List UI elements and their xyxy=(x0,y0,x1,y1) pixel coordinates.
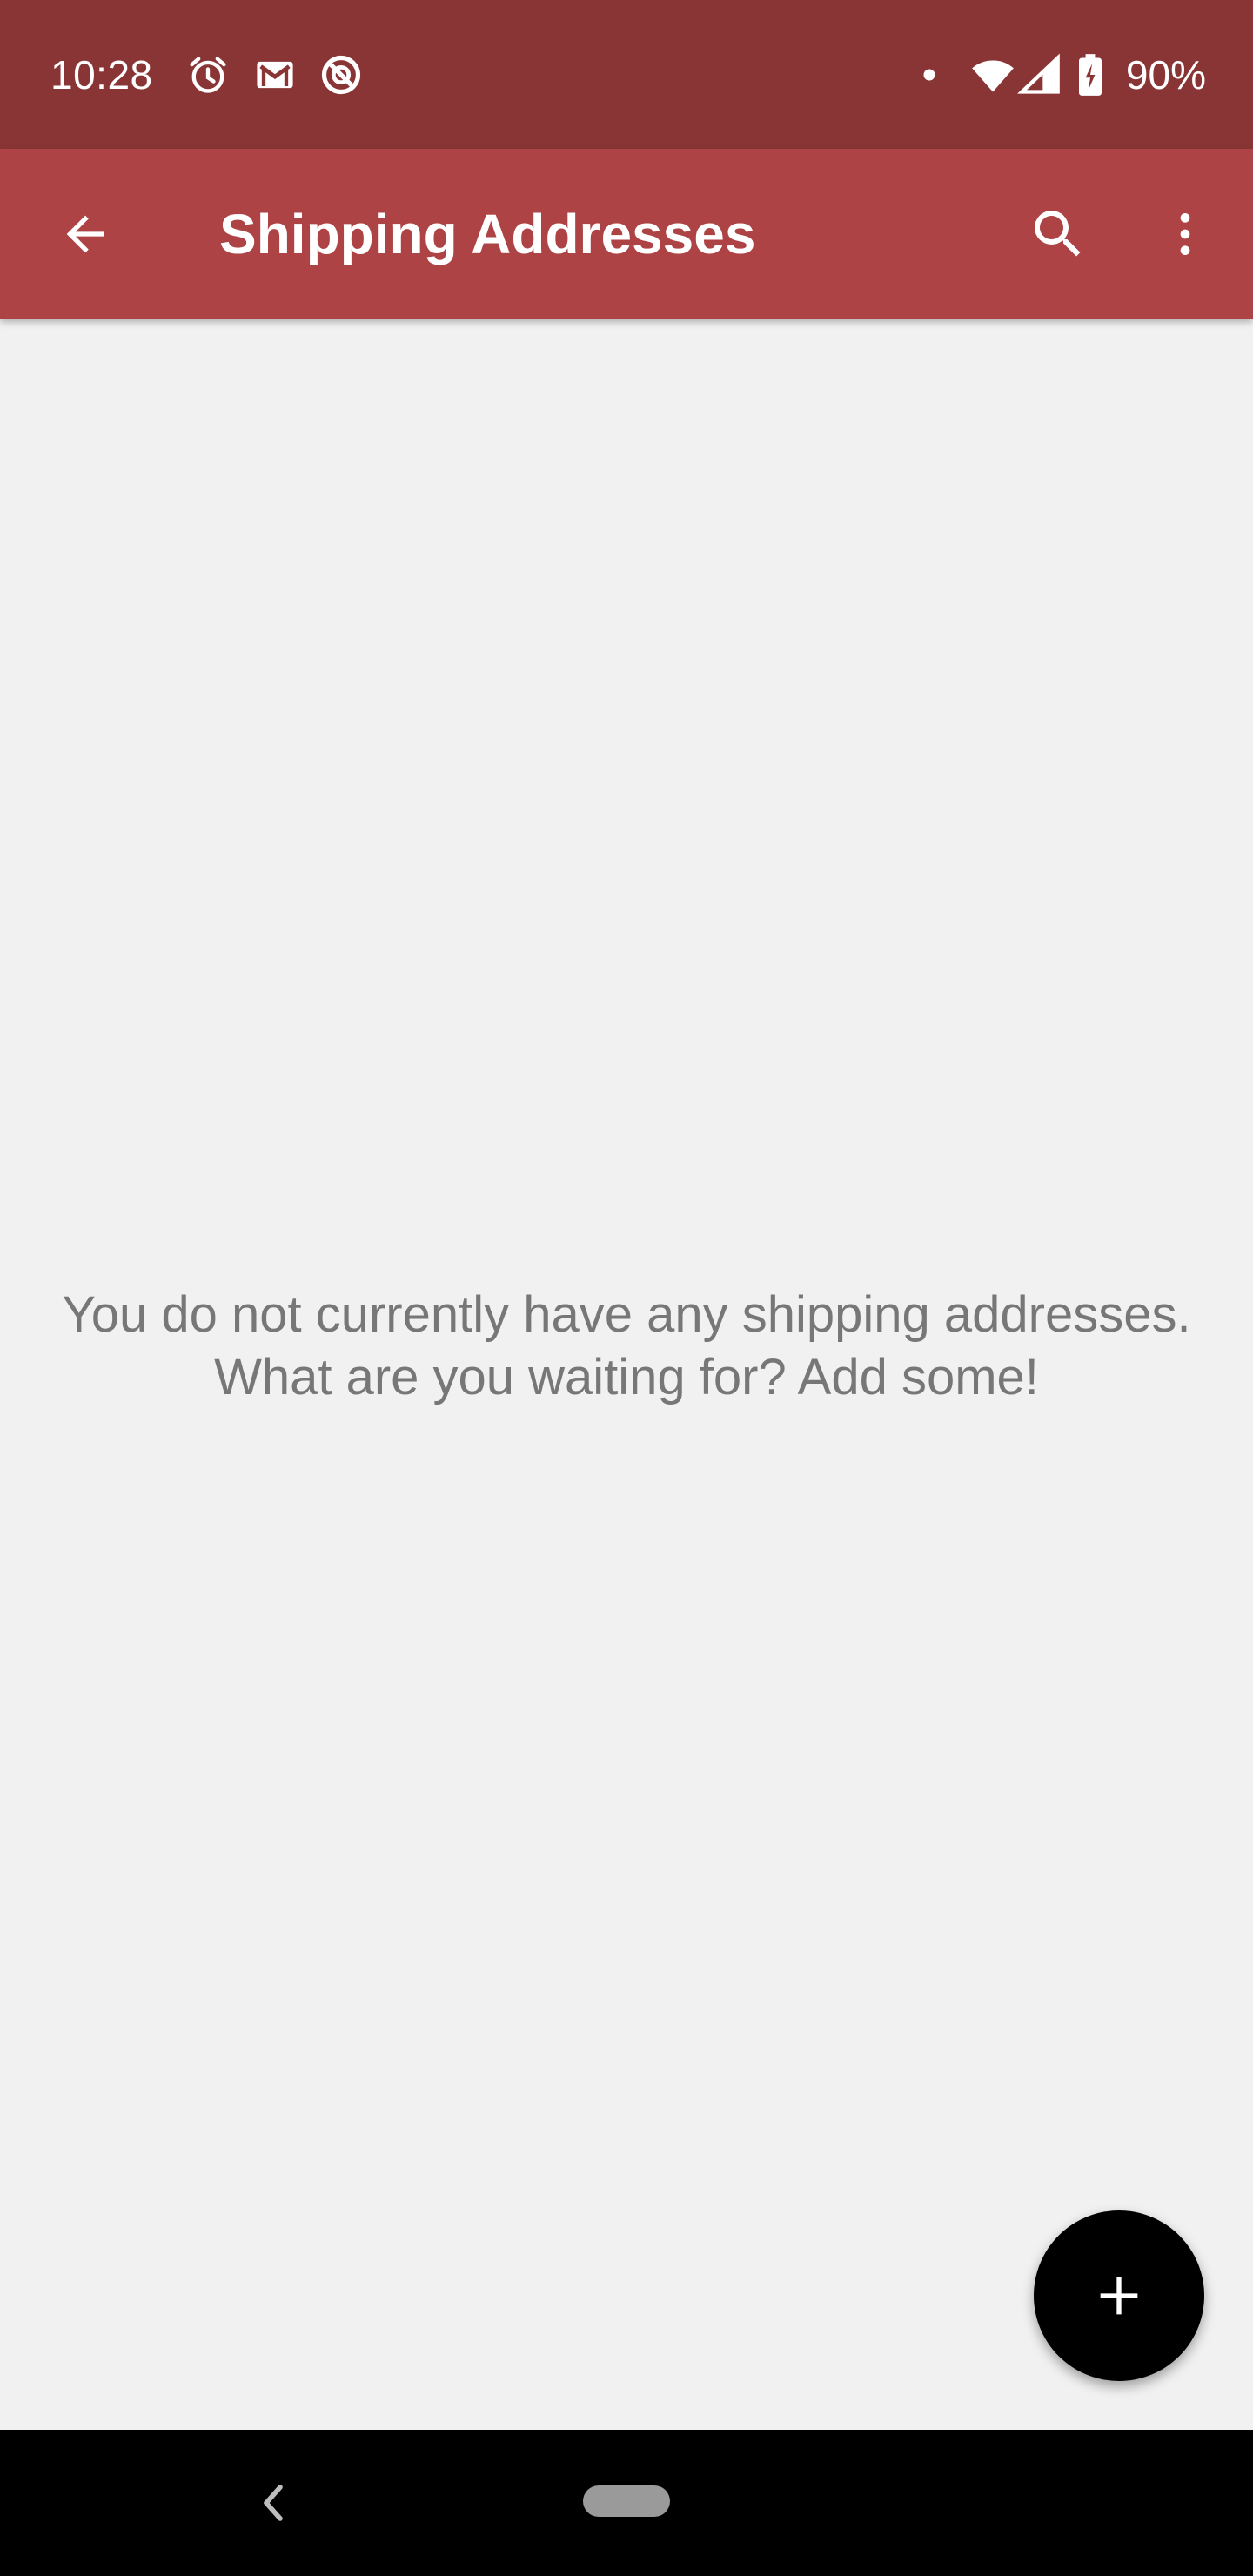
app-bar: Shipping Addresses xyxy=(0,149,1253,319)
add-icon xyxy=(1100,2277,1138,2315)
signal-icon xyxy=(1016,52,1062,97)
alarm-icon xyxy=(185,52,231,97)
back-button[interactable] xyxy=(40,189,131,279)
nav-back-button[interactable] xyxy=(249,2470,294,2536)
empty-state-line-1: You do not currently have any shipping a… xyxy=(62,1286,1191,1343)
more-vert-icon xyxy=(1180,213,1190,255)
screen: 10:28 90% Shipping Addresses You do not … xyxy=(0,0,1253,2576)
nav-back-icon xyxy=(264,2485,283,2521)
battery-charging-icon xyxy=(1075,52,1105,97)
add-address-button[interactable] xyxy=(1034,2210,1204,2381)
search-button[interactable] xyxy=(1013,189,1103,279)
battery-percent: 90% xyxy=(1125,52,1206,97)
empty-state-message: You do not currently have any shipping a… xyxy=(0,1284,1253,1409)
do-not-disturb-icon xyxy=(318,52,364,97)
more-options-button[interactable] xyxy=(1140,189,1230,279)
home-pill[interactable] xyxy=(583,2485,670,2517)
status-bar: 10:28 90% xyxy=(0,0,1253,149)
system-nav-bar xyxy=(0,2430,1253,2576)
notification-dot-icon xyxy=(905,52,954,97)
wifi-icon xyxy=(968,52,1018,97)
gmail-icon xyxy=(252,52,298,97)
back-arrow-icon xyxy=(66,215,104,253)
empty-state-line-2: What are you waiting for? Add some! xyxy=(214,1349,1039,1405)
page-title: Shipping Addresses xyxy=(219,203,756,265)
status-time: 10:28 xyxy=(50,52,153,97)
search-icon xyxy=(1035,211,1081,257)
